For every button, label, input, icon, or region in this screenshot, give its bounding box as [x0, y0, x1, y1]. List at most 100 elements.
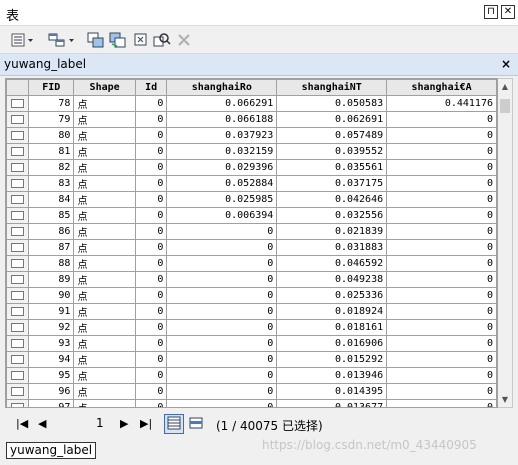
cell-shape[interactable]: 点 [73, 270, 136, 288]
cell-id[interactable]: 0 [134, 254, 168, 272]
cell-shanghaica[interactable]: 0 [386, 302, 497, 320]
table-row[interactable]: 80 点 0 0.037923 0.057489 0 [6, 126, 497, 144]
cell-id[interactable]: 0 [134, 174, 168, 192]
cell-id[interactable]: 0 [134, 270, 168, 288]
cell-shanghaica[interactable]: 0 [386, 366, 497, 384]
cell-shanghaica[interactable]: 0 [386, 238, 497, 256]
cell-fid[interactable]: 85 [27, 206, 75, 224]
cell-shape[interactable]: 点 [73, 142, 136, 160]
show-all-records-button[interactable] [164, 414, 184, 434]
table-row[interactable]: 96 点 0 0 0.014395 0 [6, 382, 497, 400]
cell-shanghaint[interactable]: 0.032556 [276, 206, 388, 224]
cell-shanghaica[interactable]: 0 [386, 142, 497, 160]
last-record-button[interactable]: ▶| [140, 417, 152, 430]
row-selector[interactable] [6, 270, 29, 288]
row-selector[interactable] [6, 382, 29, 400]
cell-shanghairo[interactable]: 0 [166, 254, 278, 272]
pin-button[interactable]: ⊓ [484, 5, 498, 19]
row-selector[interactable] [6, 174, 29, 192]
cell-shanghairo[interactable]: 0.052884 [166, 174, 278, 192]
scroll-up-icon[interactable]: ▲ [498, 79, 512, 94]
table-options-button[interactable] [8, 30, 38, 50]
cell-shanghaint[interactable]: 0.018161 [276, 318, 388, 336]
cell-shape[interactable]: 点 [73, 238, 136, 256]
cell-shanghairo[interactable]: 0 [166, 318, 278, 336]
cell-shanghairo[interactable]: 0.006394 [166, 206, 278, 224]
cell-id[interactable]: 0 [134, 206, 168, 224]
column-header-shanghaica[interactable]: shanghai€A [386, 79, 497, 96]
cell-id[interactable]: 0 [134, 366, 168, 384]
row-selector[interactable] [6, 302, 29, 320]
scroll-down-icon[interactable]: ▼ [498, 392, 512, 407]
cell-shanghaint[interactable]: 0.062691 [276, 110, 388, 128]
table-row[interactable]: 97点000.0136770 [6, 398, 497, 407]
cell-shanghaint[interactable]: 0.013946 [276, 366, 388, 384]
column-header-fid[interactable]: FID [27, 79, 75, 96]
table-row[interactable]: 88 点 0 0 0.046592 0 [6, 254, 497, 272]
cell-shape[interactable]: 点 [73, 222, 136, 240]
cell-id[interactable]: 0 [134, 222, 168, 240]
cell-shanghaint[interactable]: 0.046592 [276, 254, 388, 272]
row-selector[interactable] [6, 142, 29, 160]
cell-id[interactable]: 0 [134, 318, 168, 336]
cell-id[interactable]: 0 [134, 302, 168, 320]
cell-shanghaint[interactable]: 0.057489 [276, 126, 388, 144]
cell-id[interactable]: 0 [134, 382, 168, 400]
cell-shape[interactable]: 点 [73, 350, 136, 368]
table-row[interactable]: 78 点 0 0.066291 0.050583 0.441176 [6, 94, 497, 112]
cell-id[interactable]: 0 [134, 190, 168, 208]
cell-shanghaint[interactable]: 0.015292 [276, 350, 388, 368]
row-selector[interactable] [6, 286, 29, 304]
table-row[interactable]: 82 点 0 0.029396 0.035561 0 [6, 158, 497, 176]
attribute-table-grid[interactable]: FID Shape Id shanghaiRo shanghaiNT shang… [5, 78, 498, 408]
cell-shanghaica[interactable]: 0 [386, 382, 497, 400]
cell-shanghaica[interactable]: 0 [386, 174, 497, 192]
table-row[interactable]: 81 点 0 0.032159 0.039552 0 [6, 142, 497, 160]
cell-shanghaint[interactable]: 0.037175 [276, 174, 388, 192]
first-record-button[interactable]: |◀ [16, 417, 28, 430]
cell-shanghaint[interactable]: 0.049238 [276, 270, 388, 288]
cell-shanghaica[interactable]: 0 [386, 110, 497, 128]
delete-selected-button[interactable] [176, 30, 192, 50]
cell-shanghaica[interactable]: 0 [386, 126, 497, 144]
cell-shanghaica[interactable]: 0 [386, 318, 497, 336]
table-row[interactable]: 83 点 0 0.052884 0.037175 0 [6, 174, 497, 192]
cell-shanghaint[interactable]: 0.025336 [276, 286, 388, 304]
cell-shanghaica[interactable]: 0 [386, 254, 497, 272]
column-header-id[interactable]: Id [134, 79, 168, 96]
cell-shanghairo[interactable]: 0 [166, 334, 278, 352]
cell-shanghaica[interactable]: 0 [386, 270, 497, 288]
table-row[interactable]: 95 点 0 0 0.013946 0 [6, 366, 497, 384]
row-selector[interactable] [6, 158, 29, 176]
cell-shape[interactable]: 点 [73, 382, 136, 400]
table-row[interactable]: 92 点 0 0 0.018161 0 [6, 318, 497, 336]
close-table-button[interactable]: × [501, 57, 511, 71]
table-tab-yuwang-label[interactable]: yuwang_label [6, 442, 97, 459]
scroll-thumb[interactable] [500, 99, 510, 113]
cell-shanghaint[interactable]: 0.021839 [276, 222, 388, 240]
row-selector[interactable] [6, 94, 29, 112]
table-row[interactable]: 91 点 0 0 0.018924 0 [6, 302, 497, 320]
cell-shanghairo[interactable]: 0 [166, 222, 278, 240]
cell-id[interactable]: 0 [134, 142, 168, 160]
cell-shape[interactable]: 点 [73, 398, 136, 407]
cell-shanghairo[interactable]: 0 [166, 382, 278, 400]
column-header-shanghaint[interactable]: shanghaiNT [276, 79, 388, 96]
cell-fid[interactable]: 80 [27, 126, 75, 144]
cell-shanghaica[interactable]: 0.441176 [386, 94, 497, 112]
cell-id[interactable]: 0 [134, 94, 168, 112]
cell-shanghaint[interactable]: 0.042646 [276, 190, 388, 208]
row-selector[interactable] [6, 126, 29, 144]
cell-shanghairo[interactable]: 0.037923 [166, 126, 278, 144]
row-selector[interactable] [6, 350, 29, 368]
table-row[interactable]: 93 点 0 0 0.016906 0 [6, 334, 497, 352]
cell-fid[interactable]: 83 [27, 174, 75, 192]
vertical-scrollbar[interactable]: ▲ ▼ [498, 78, 513, 408]
cell-fid[interactable]: 89 [27, 270, 75, 288]
switch-selection-button[interactable] [108, 30, 128, 50]
cell-shape[interactable]: 点 [73, 158, 136, 176]
cell-shanghaica[interactable]: 0 [386, 158, 497, 176]
cell-shanghaica[interactable]: 0 [386, 334, 497, 352]
previous-record-button[interactable]: ◀ [38, 417, 46, 430]
cell-shanghairo[interactable]: 0 [166, 366, 278, 384]
